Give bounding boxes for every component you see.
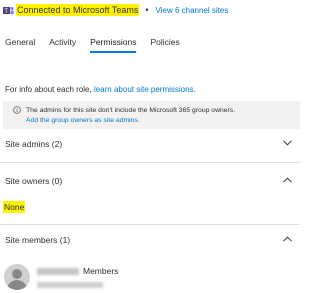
redacted-member-email: [37, 282, 103, 288]
teams-connected-label: Connected to Microsoft Teams: [16, 4, 140, 16]
info-icon: [13, 106, 21, 114]
info-prefix: For info about each role,: [5, 85, 94, 94]
permissions-info-text: For info about each role, learn about si…: [5, 85, 196, 94]
site-admins-header[interactable]: Site admins (2): [5, 139, 62, 149]
chevron-up-icon[interactable]: [283, 177, 292, 183]
tab-permissions[interactable]: Permissions: [90, 37, 137, 53]
svg-text:T: T: [4, 9, 8, 15]
tab-general[interactable]: General: [5, 37, 35, 53]
member-role-label: Members: [83, 266, 119, 276]
learn-permissions-link[interactable]: learn about site permissions: [94, 85, 194, 94]
avatar-body: [7, 280, 27, 290]
site-owners-header[interactable]: Site owners (0): [5, 176, 62, 186]
avatar-head: [12, 269, 22, 279]
admin-notice-banner: The admins for this site don't include t…: [3, 101, 300, 129]
banner-message: The admins for this site don't include t…: [26, 107, 236, 114]
banner-text: The admins for this site don't include t…: [26, 106, 235, 125]
person-avatar-icon: [4, 264, 30, 290]
tab-bar: General Activity Permissions Policies: [5, 37, 194, 53]
divider: [0, 224, 300, 225]
divider: [0, 162, 300, 163]
chevron-up-icon[interactable]: [283, 236, 292, 242]
teams-icon: T: [3, 6, 14, 15]
redacted-member-name: [37, 268, 79, 275]
tab-policies[interactable]: Policies: [150, 37, 179, 53]
separator-dot: •: [145, 5, 149, 15]
tab-activity[interactable]: Activity: [49, 37, 76, 53]
info-suffix: .: [193, 85, 196, 94]
teams-connection-bar: T Connected to Microsoft Teams • View 6 …: [3, 3, 228, 17]
add-owners-as-admins-link[interactable]: Add the group owners as site admins.: [26, 116, 235, 126]
site-owners-empty-text: None: [3, 201, 26, 213]
site-members-header[interactable]: Site members (1): [5, 235, 70, 245]
view-channel-sites-link[interactable]: View 6 channel sites: [156, 6, 229, 15]
chevron-down-icon[interactable]: [283, 140, 292, 146]
